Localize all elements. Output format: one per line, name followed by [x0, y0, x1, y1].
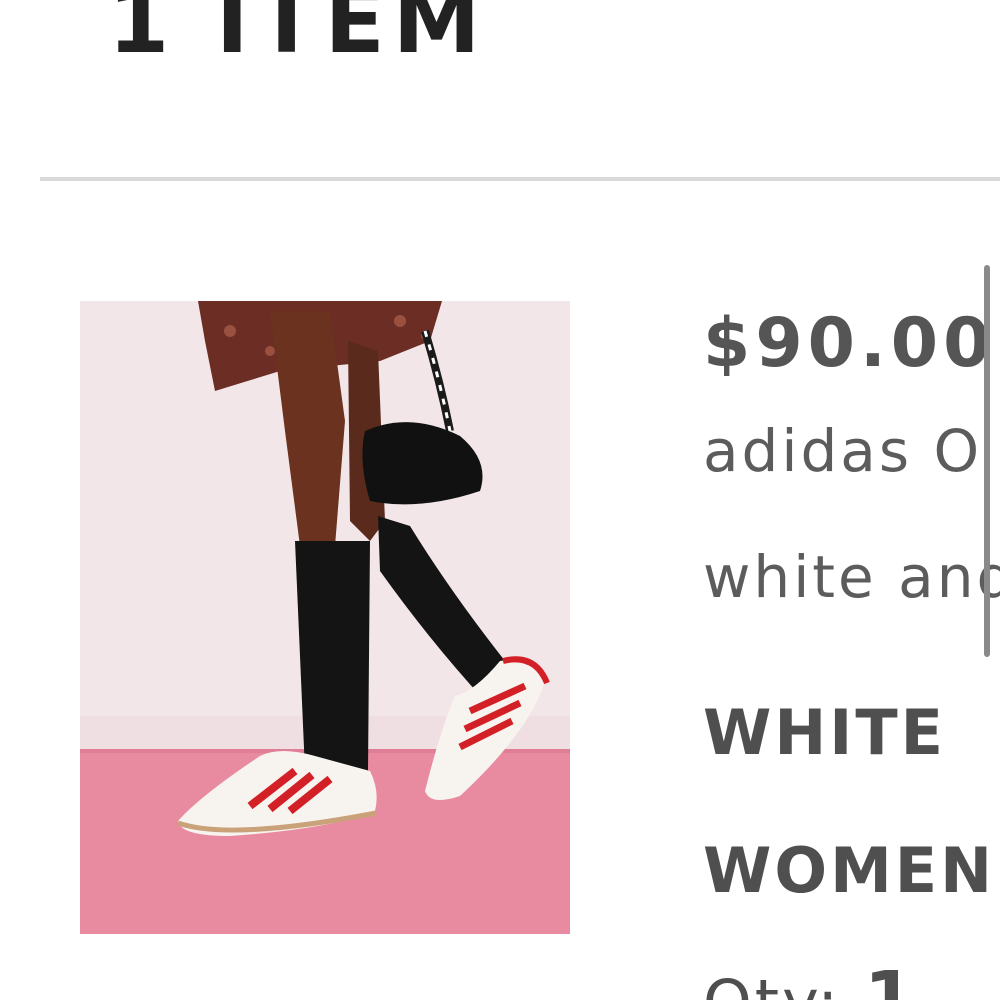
header-divider	[40, 177, 1000, 181]
quantity-value[interactable]: 1	[864, 956, 919, 1000]
cart-item-count-title: 1 ITEM	[108, 0, 489, 73]
quantity-label: Qty:	[703, 966, 864, 1000]
product-image[interactable]	[80, 301, 570, 934]
item-quantity: Qty: 1	[703, 962, 918, 1000]
item-name[interactable]: adidas O	[703, 422, 982, 480]
cart-item-details: $90.00 adidas O white and WHITE WOMEN Qt…	[703, 300, 1000, 1000]
item-name-continued[interactable]: white and	[703, 548, 1000, 606]
product-photo	[80, 301, 570, 934]
item-size: WOMEN	[703, 834, 996, 907]
item-color: WHITE	[703, 696, 946, 769]
item-price: $90.00	[703, 304, 996, 383]
scrollbar[interactable]	[984, 265, 990, 657]
